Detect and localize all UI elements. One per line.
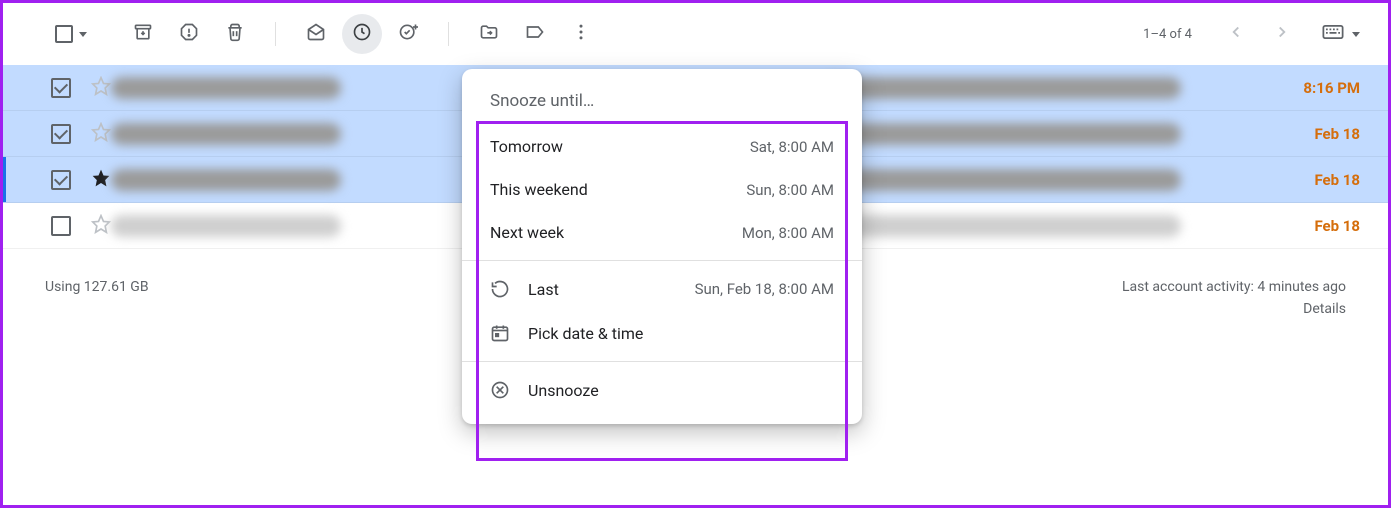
row-checkbox[interactable] (51, 124, 71, 144)
snooze-pick-date-time[interactable]: Pick date & time (462, 311, 862, 355)
cancel-icon (490, 380, 510, 400)
star-toggle[interactable] (91, 168, 111, 192)
select-all-checkbox[interactable] (49, 21, 93, 47)
row-time: Feb 18 (1270, 171, 1360, 189)
chevron-down-icon (79, 32, 87, 37)
option-detail: Sun, 8:00 AM (746, 181, 834, 199)
snooze-option-tomorrow[interactable]: Tomorrow Sat, 8:00 AM (462, 125, 862, 168)
star-toggle[interactable] (91, 122, 111, 146)
storage-text: Using 127.61 GB (45, 279, 149, 317)
snooze-option-next-week[interactable]: Next week Mon, 8:00 AM (462, 211, 862, 254)
add-to-tasks-button[interactable] (388, 14, 428, 54)
divider (275, 22, 276, 46)
snooze-unsnooze[interactable]: Unsnooze (462, 368, 862, 412)
snooze-option-weekend[interactable]: This weekend Sun, 8:00 AM (462, 168, 862, 211)
chevron-right-icon (1273, 23, 1291, 45)
report-spam-button[interactable] (169, 14, 209, 54)
chevron-down-icon (1352, 32, 1360, 37)
history-icon (490, 279, 510, 299)
star-icon (91, 130, 111, 146)
star-filled-icon (91, 176, 111, 192)
folder-move-icon (479, 22, 499, 46)
option-label: Unsnooze (528, 381, 599, 400)
divider (448, 22, 449, 46)
option-detail: Sat, 8:00 AM (750, 138, 834, 156)
calendar-icon (490, 323, 510, 343)
snooze-menu: Snooze until… Tomorrow Sat, 8:00 AM This… (462, 69, 862, 424)
pager-text: 1–4 of 4 (1143, 27, 1192, 42)
mail-open-icon (306, 22, 326, 46)
add-task-icon (398, 22, 418, 46)
input-tools-button[interactable] (1322, 25, 1360, 43)
more-vert-icon (571, 22, 591, 46)
spam-icon (179, 22, 199, 46)
menu-separator (462, 361, 862, 362)
star-icon (91, 84, 111, 100)
trash-icon (225, 22, 245, 46)
star-toggle[interactable] (91, 76, 111, 100)
row-time: Feb 18 (1270, 217, 1360, 235)
row-checkbox[interactable] (51, 170, 71, 190)
row-time: Feb 18 (1270, 125, 1360, 143)
row-time: 8:16 PM (1270, 79, 1360, 97)
option-label: Next week (490, 223, 564, 242)
app-frame: 1–4 of 4 8:16 PM (0, 0, 1391, 508)
option-label: This weekend (490, 180, 588, 199)
star-toggle[interactable] (91, 214, 111, 238)
toolbar: 1–4 of 4 (3, 3, 1388, 65)
clock-icon (352, 22, 372, 46)
snooze-last-time[interactable]: Last Sun, Feb 18, 8:00 AM (462, 267, 862, 311)
option-detail: Sun, Feb 18, 8:00 AM (695, 280, 834, 298)
option-detail: Mon, 8:00 AM (742, 224, 834, 242)
more-button[interactable] (561, 14, 601, 54)
mark-unread-button[interactable] (296, 14, 336, 54)
delete-button[interactable] (215, 14, 255, 54)
snooze-menu-title: Snooze until… (462, 89, 862, 125)
option-label: Pick date & time (528, 324, 643, 343)
label-icon (525, 22, 545, 46)
activity-text: Last account activity: 4 minutes ago (1122, 279, 1346, 295)
newer-button[interactable] (1216, 14, 1256, 54)
option-label: Tomorrow (490, 137, 563, 156)
menu-separator (462, 260, 862, 261)
details-link[interactable]: Details (1122, 301, 1346, 317)
star-icon (91, 222, 111, 238)
snooze-button[interactable] (342, 14, 382, 54)
row-checkbox[interactable] (51, 78, 71, 98)
labels-button[interactable] (515, 14, 555, 54)
older-button[interactable] (1262, 14, 1302, 54)
move-to-button[interactable] (469, 14, 509, 54)
keyboard-icon (1322, 25, 1344, 43)
option-label: Last (528, 280, 559, 299)
archive-button[interactable] (123, 14, 163, 54)
chevron-left-icon (1227, 23, 1245, 45)
archive-icon (133, 22, 153, 46)
row-checkbox[interactable] (51, 216, 71, 236)
